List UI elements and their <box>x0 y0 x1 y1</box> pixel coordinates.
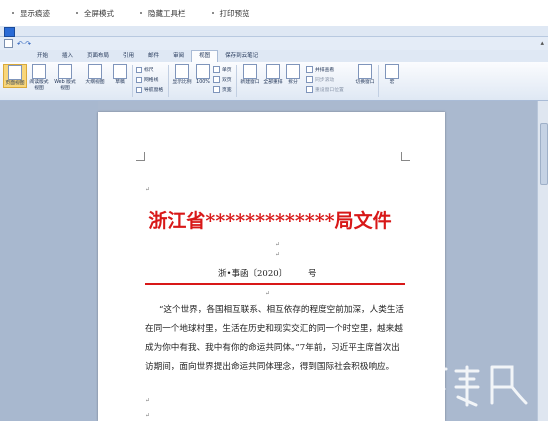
checkbox-icon <box>136 86 142 93</box>
quick-access-toolbar: ↶·↷ ▴ <box>0 37 548 50</box>
web-view-button[interactable]: Web 版式视图 <box>54 64 76 91</box>
divider <box>132 65 133 97</box>
tab-view[interactable]: 视图 <box>191 50 219 62</box>
outline-icon <box>88 64 102 79</box>
sync-scroll-button[interactable]: 同步滚动 <box>306 76 334 83</box>
globe-icon <box>58 64 72 79</box>
two-pages-icon <box>213 76 220 83</box>
book-icon <box>32 64 46 79</box>
workspace-margin <box>0 101 98 421</box>
paragraph-mark: ↵ <box>145 397 151 404</box>
new-window-button[interactable]: 新建窗口 <box>239 64 261 86</box>
checkbox-icon <box>136 76 142 83</box>
document-number: 浙•事函〔2020〕 <box>218 269 288 279</box>
show-revisions-button[interactable]: 显示痕迹 <box>12 8 50 19</box>
scrollbar-thumb[interactable] <box>540 123 548 185</box>
macros-button[interactable]: 宏 <box>381 64 403 86</box>
page-width-button[interactable]: 页宽 <box>213 86 232 93</box>
split-button[interactable]: 拆分 <box>285 64 301 86</box>
view-side-by-side-button[interactable]: 并排查看 <box>306 66 334 73</box>
tab-review[interactable]: 审阅 <box>166 51 191 62</box>
print-layout-view-button[interactable]: 页面视图 <box>3 64 27 88</box>
tab-insert[interactable]: 插入 <box>55 51 80 62</box>
body-paragraph: “这个世界，各国相互联系、相互依存的程度空前加深，人类生活在同一个地球村里，生活… <box>145 301 407 377</box>
ribbon-minimize-icon[interactable]: ▴ <box>540 39 544 47</box>
divider <box>236 65 237 97</box>
draft-icon <box>113 64 127 79</box>
tab-page-layout[interactable]: 页面布局 <box>80 51 116 62</box>
document-number-suffix: 号 <box>308 269 317 279</box>
arrange-all-button[interactable]: 全部重排 <box>262 64 284 86</box>
navigation-pane-checkbox[interactable]: 导航窗格 <box>136 86 163 93</box>
page-width-icon <box>213 86 220 93</box>
reading-view-button[interactable]: 阅读版式视图 <box>28 64 50 91</box>
hide-toolbar-button[interactable]: 隐藏工具栏 <box>140 8 186 19</box>
app-strip <box>0 26 548 37</box>
reset-window-button[interactable]: 重设窗口位置 <box>306 86 344 93</box>
margin-corner-mark <box>136 152 145 161</box>
side-by-side-icon <box>306 66 313 73</box>
divider <box>168 65 169 97</box>
sync-scroll-icon <box>306 76 313 83</box>
site-watermark-logo <box>420 365 528 407</box>
bullet-icon <box>12 12 14 14</box>
ribbon-view-panel: 页面视图 阅读版式视图 Web 版式视图 大纲视图 草稿 标尺 网格线 导航窗格… <box>0 62 548 101</box>
switch-window-button[interactable]: 切换窗口 <box>352 64 378 86</box>
word-app-icon[interactable] <box>4 27 15 37</box>
reset-window-icon <box>306 86 313 93</box>
zoom-button[interactable]: 显示比例 <box>171 64 193 86</box>
divider <box>378 65 379 97</box>
two-pages-button[interactable]: 双页 <box>213 76 232 83</box>
paragraph-mark: ↵ <box>265 290 271 297</box>
new-window-icon <box>243 64 257 79</box>
document-title: 浙江省*************局文件 <box>148 210 392 232</box>
checkbox-icon <box>136 66 142 73</box>
one-page-icon <box>213 66 220 73</box>
paragraph-mark: ↵ <box>145 186 151 193</box>
tab-references[interactable]: 引用 <box>116 51 141 62</box>
zoom-100-button[interactable]: 100% <box>195 64 211 86</box>
top-toolbar: 显示痕迹 全屏模式 隐藏工具栏 打印预览 <box>0 0 548 27</box>
arrange-icon <box>266 64 280 79</box>
paragraph-mark: ↵ <box>275 251 281 258</box>
outline-view-button[interactable]: 大纲视图 <box>84 64 106 86</box>
bullet-icon <box>76 12 78 14</box>
one-page-button[interactable]: 单页 <box>213 66 232 73</box>
undo-redo-icon[interactable]: ↶·↷ <box>17 40 31 48</box>
bullet-icon <box>211 12 214 14</box>
draft-view-button[interactable]: 草稿 <box>109 64 131 86</box>
tab-mailings[interactable]: 邮件 <box>141 51 166 62</box>
bullet-icon <box>140 12 142 14</box>
save-icon[interactable] <box>4 39 13 48</box>
gridlines-checkbox[interactable]: 网格线 <box>136 76 158 83</box>
tab-home[interactable]: 开始 <box>30 51 55 62</box>
split-icon <box>286 64 300 79</box>
red-header-rule <box>145 283 405 285</box>
document-page[interactable]: ↵ 浙江省*************局文件 ↵ ↵ 浙•事函〔2020〕 号 ↵… <box>98 112 445 421</box>
fullscreen-button[interactable]: 全屏模式 <box>76 8 114 19</box>
page-icon <box>8 65 22 80</box>
vertical-scrollbar[interactable] <box>537 101 548 421</box>
macro-icon <box>385 64 399 79</box>
ruler-checkbox[interactable]: 标尺 <box>136 66 154 73</box>
print-preview-button[interactable]: 打印预览 <box>211 8 250 19</box>
paragraph-text: “这个世界，各国相互联系、相互依存的程度空前加深，人类生活在同一个地球村里，生活… <box>145 305 405 372</box>
margin-corner-mark <box>401 152 410 161</box>
page-100-icon <box>196 64 210 79</box>
paragraph-mark: ↵ <box>275 241 281 248</box>
switch-window-icon <box>358 64 372 79</box>
paragraph-mark: ↵ <box>145 412 151 419</box>
magnifier-icon <box>175 64 189 79</box>
tab-cloud-notes[interactable]: 保存到云笔记 <box>218 51 265 62</box>
